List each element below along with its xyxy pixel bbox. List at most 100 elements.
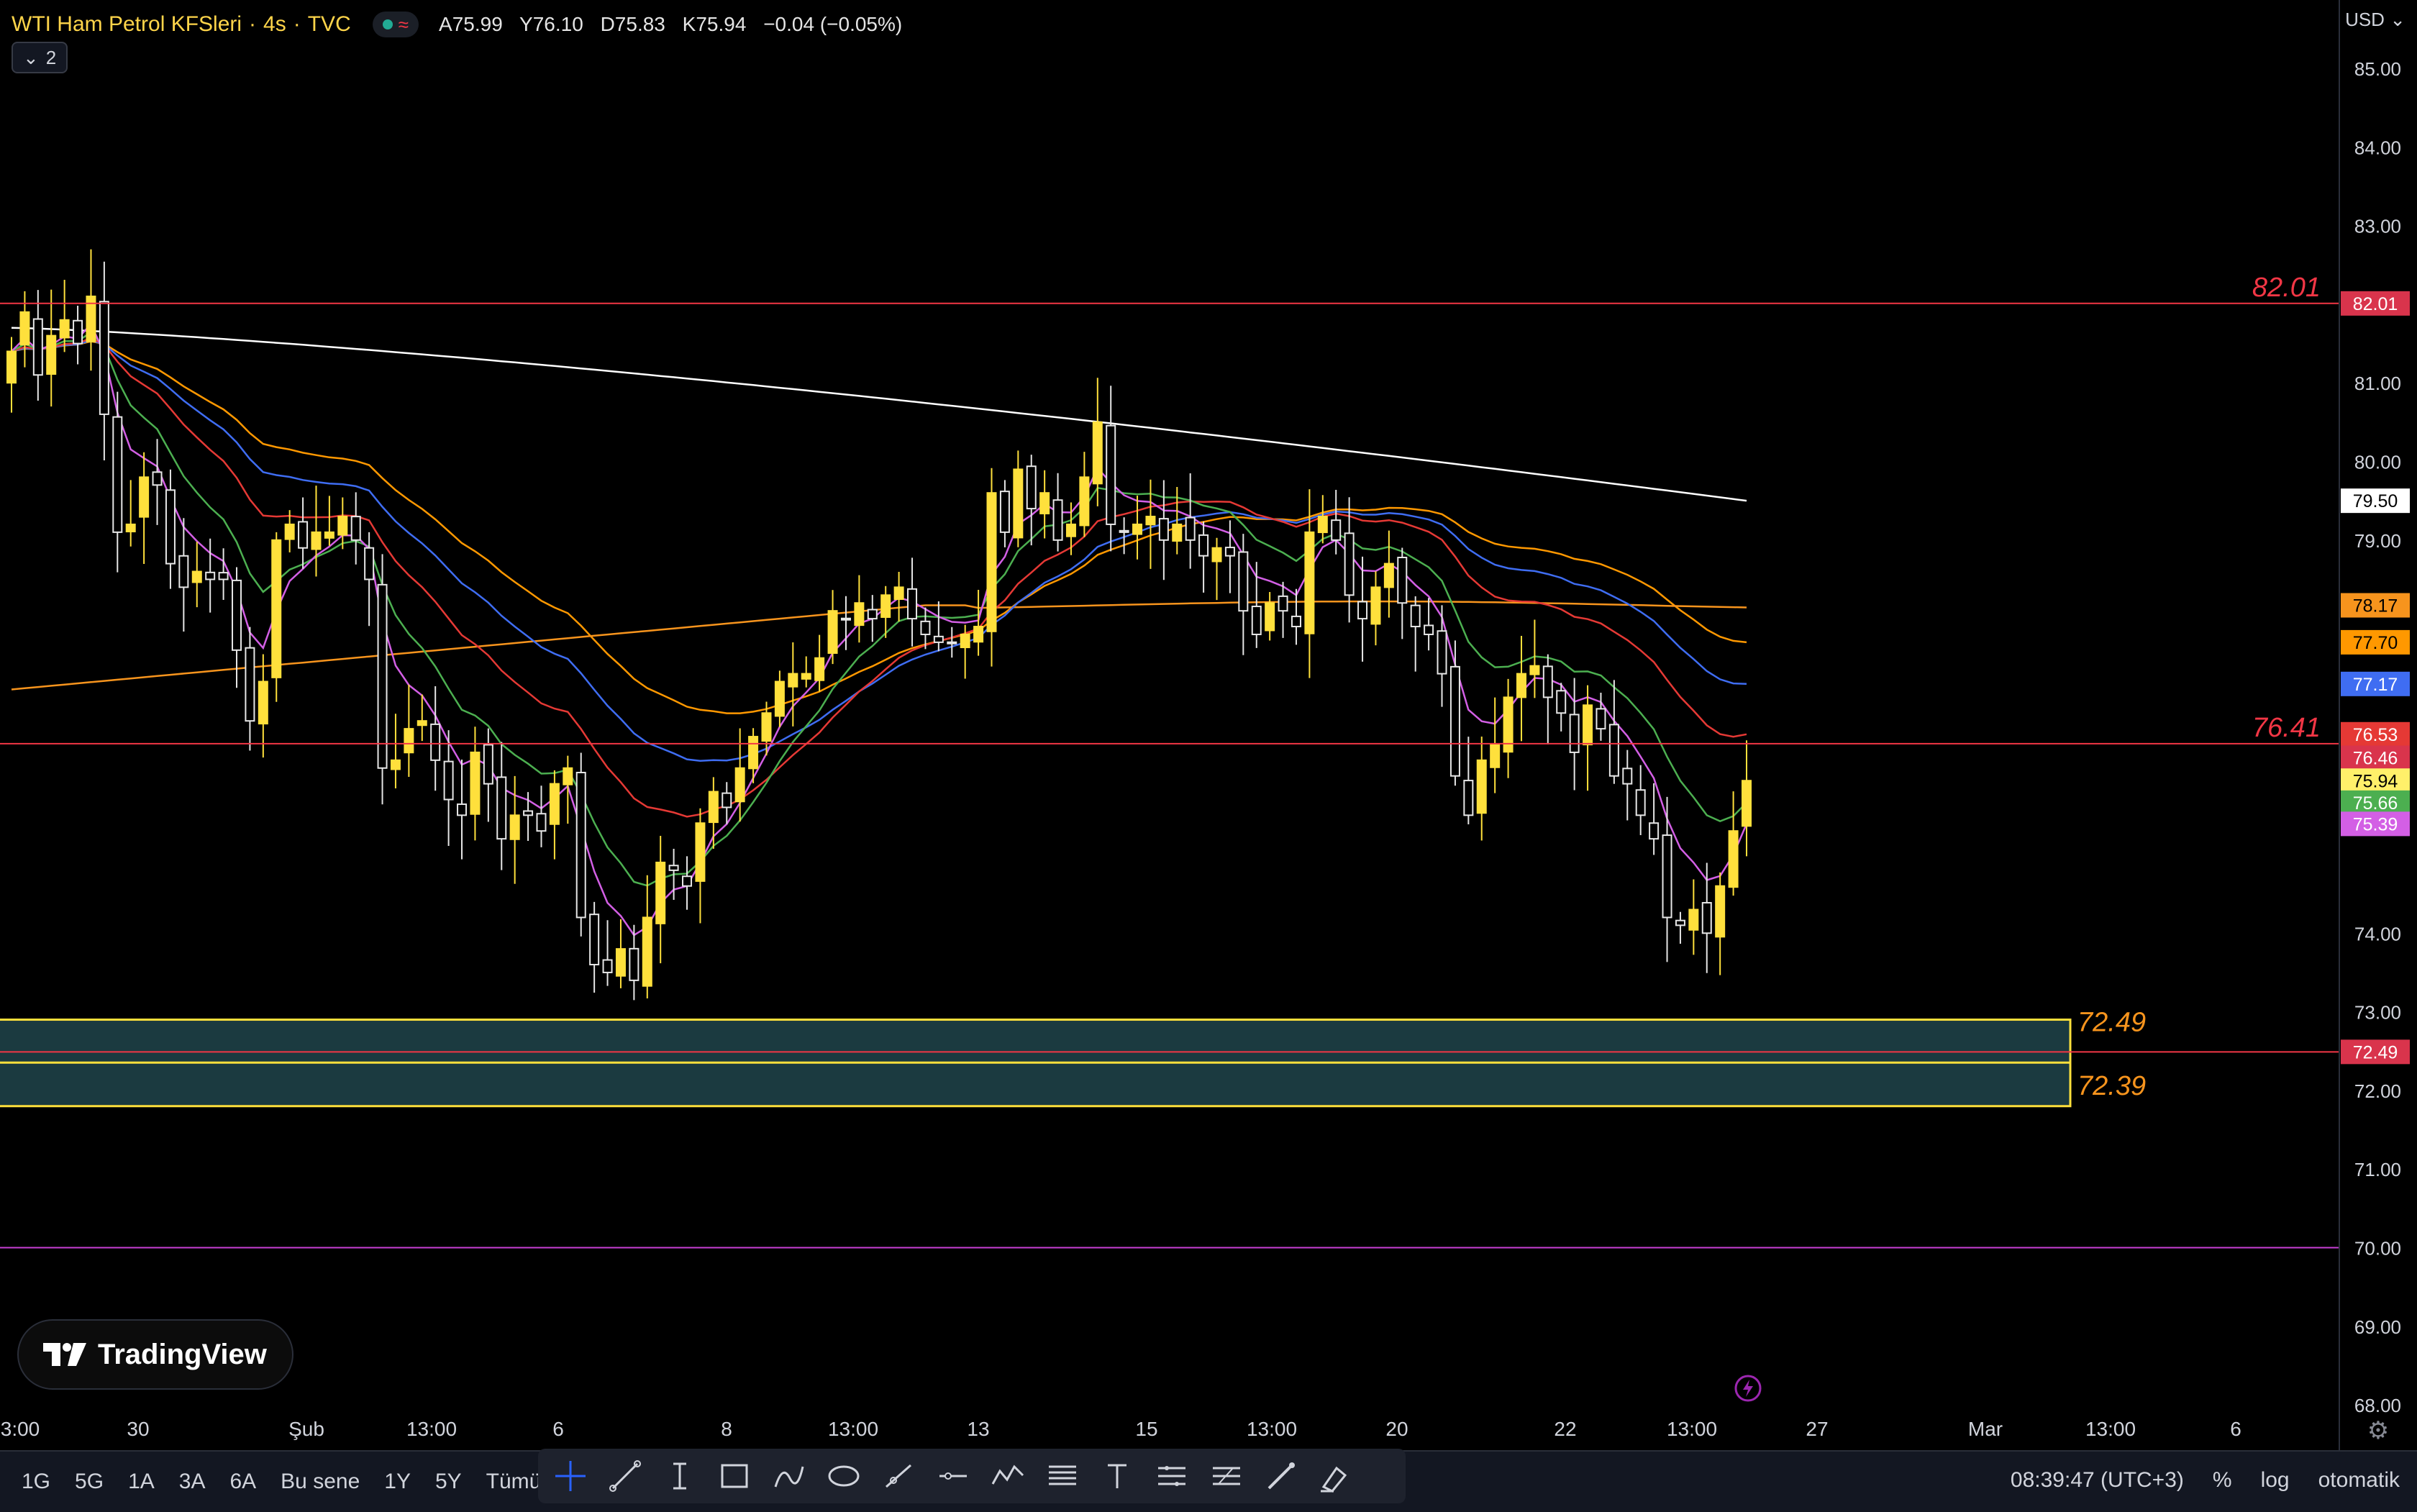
candle-body-down — [1424, 624, 1434, 635]
lightning-icon[interactable] — [1734, 1374, 1762, 1403]
candle-body-up — [893, 586, 904, 600]
candle-body-up — [695, 822, 706, 882]
time-tick-label: 13:00 — [1667, 1418, 1717, 1440]
candle-body-down — [1635, 789, 1646, 816]
candle-body-up — [417, 720, 427, 727]
candle-body-up — [1583, 704, 1593, 746]
candle-body-down — [1649, 822, 1660, 840]
candle-body-up — [1039, 492, 1050, 514]
candle-body-down — [1119, 529, 1129, 533]
text-icon[interactable] — [1095, 1454, 1139, 1498]
pattern-icon[interactable] — [986, 1454, 1030, 1498]
time-tick-label: 13:00 — [1247, 1418, 1297, 1440]
time-tick-label: 20 — [1385, 1418, 1408, 1440]
range-3a[interactable]: 3A — [169, 1462, 216, 1501]
price-tick-label: 68.00 — [2354, 1395, 2401, 1416]
price-tag-white-ma: 79.50 — [2353, 491, 2398, 511]
price-tag-orange-ma: 78.17 — [2353, 596, 2398, 616]
candle-body-up — [1370, 586, 1381, 625]
price-tick-label: 85.00 — [2354, 58, 2401, 80]
indicators-collapse-button[interactable]: ⌄ 2 — [12, 42, 68, 73]
text-cursor-icon[interactable] — [657, 1454, 702, 1498]
candle-body-down — [629, 947, 639, 981]
gann-icon[interactable] — [1150, 1454, 1194, 1498]
path-icon[interactable] — [767, 1454, 811, 1498]
candle-body-up — [271, 539, 282, 678]
time-tick-label: 8 — [721, 1418, 732, 1440]
candle-body-down — [364, 547, 375, 580]
candle-body-down — [1251, 606, 1262, 635]
candle-body-up — [1304, 531, 1315, 634]
bottom-right-controls: 08:39:47 (UTC+3) % log otomatik — [2011, 1450, 2400, 1511]
candle-body-down — [1397, 556, 1408, 604]
horizontal-ray-icon[interactable] — [931, 1454, 975, 1498]
fib-icon[interactable] — [1040, 1454, 1085, 1498]
time-tick-label: 6 — [2230, 1418, 2241, 1440]
highlighter-icon[interactable] — [1314, 1454, 1358, 1498]
price-tag-red-ma: 76.53 — [2353, 725, 2398, 745]
time-tick-label: 3:00 — [1, 1418, 40, 1440]
brush-icon[interactable] — [1259, 1454, 1303, 1498]
candle-body-down — [1463, 780, 1474, 816]
range-1g[interactable]: 1G — [12, 1462, 60, 1501]
currency-selector[interactable]: USD ⌄ — [2345, 9, 2405, 31]
candle-body-down — [483, 744, 493, 785]
crosshair-icon[interactable] — [548, 1454, 593, 1498]
candle-body-down — [1596, 708, 1606, 730]
percent-toggle[interactable]: % — [2213, 1468, 2232, 1493]
candle-body-up — [1383, 563, 1394, 588]
candle-body-up — [1516, 673, 1526, 698]
candle-body-up — [761, 712, 772, 742]
market-status-pill[interactable]: ≈ — [372, 12, 419, 37]
candle-body-down — [1556, 690, 1567, 714]
pitchfork-icon[interactable] — [1204, 1454, 1249, 1498]
candle-body-down — [1357, 601, 1368, 620]
candle-body-down — [112, 416, 123, 533]
tradingview-logo[interactable]: TradingView — [17, 1319, 293, 1390]
candle-body-down — [218, 572, 229, 580]
trendline-icon[interactable] — [603, 1454, 647, 1498]
candle-body-up — [1742, 780, 1752, 827]
ray-icon[interactable] — [876, 1454, 921, 1498]
candle-body-down — [152, 471, 163, 486]
candle-body-up — [1476, 759, 1487, 814]
symbol-title[interactable]: WTI Ham Petrol KFSleri — [12, 12, 242, 37]
candle-body-down — [1675, 919, 1685, 926]
log-toggle[interactable]: log — [2261, 1468, 2290, 1493]
time-tick-label: 13:00 — [406, 1418, 457, 1440]
candle-body-down — [1437, 630, 1447, 675]
candle-body-up — [337, 516, 348, 536]
interval[interactable]: 4s — [263, 12, 286, 37]
candle-body-down — [523, 810, 534, 816]
candle-body-down — [1449, 665, 1460, 777]
candle-body-up — [284, 523, 295, 540]
price-tick-label: 70.00 — [2354, 1238, 2401, 1260]
price-tag-green-ma: 75.66 — [2353, 793, 2398, 814]
time-tick-label: 13 — [967, 1418, 989, 1440]
price-chart[interactable]: 72.49 72.39 82.01 76.41 85.00 84.00 83.00 81.… — [0, 0, 2417, 1450]
candle-body-up — [973, 626, 984, 643]
candle-body-up — [258, 680, 268, 725]
high-value: Y76.10 — [519, 13, 583, 35]
price-tick-label: 83.00 — [2354, 216, 2401, 237]
candle-body-up — [1132, 523, 1143, 535]
auto-toggle[interactable]: otomatik — [2318, 1468, 2400, 1493]
rectangle-icon[interactable] — [712, 1454, 757, 1498]
clock[interactable]: 08:39:47 (UTC+3) — [2011, 1468, 2184, 1493]
candle-body-down — [1224, 547, 1235, 557]
candle-body-down — [1608, 724, 1619, 777]
chevron-down-icon: ⌄ — [2390, 9, 2405, 30]
logo-text: TradingView — [98, 1338, 267, 1370]
range-1a[interactable]: 1A — [118, 1462, 165, 1501]
range-6a[interactable]: 6A — [219, 1462, 266, 1501]
ellipse-icon[interactable] — [821, 1454, 866, 1498]
range-1y[interactable]: 1Y — [374, 1462, 421, 1501]
candle-body-down — [682, 875, 693, 887]
time-tick-label: Mar — [1968, 1418, 2003, 1440]
range-bu-sene[interactable]: Bu sene — [270, 1462, 370, 1501]
range-5g[interactable]: 5G — [65, 1462, 114, 1501]
candle-body-up — [1317, 516, 1328, 534]
candle-body-up — [827, 610, 838, 654]
candle-body-down — [867, 609, 878, 620]
range-5y[interactable]: 5Y — [425, 1462, 472, 1501]
